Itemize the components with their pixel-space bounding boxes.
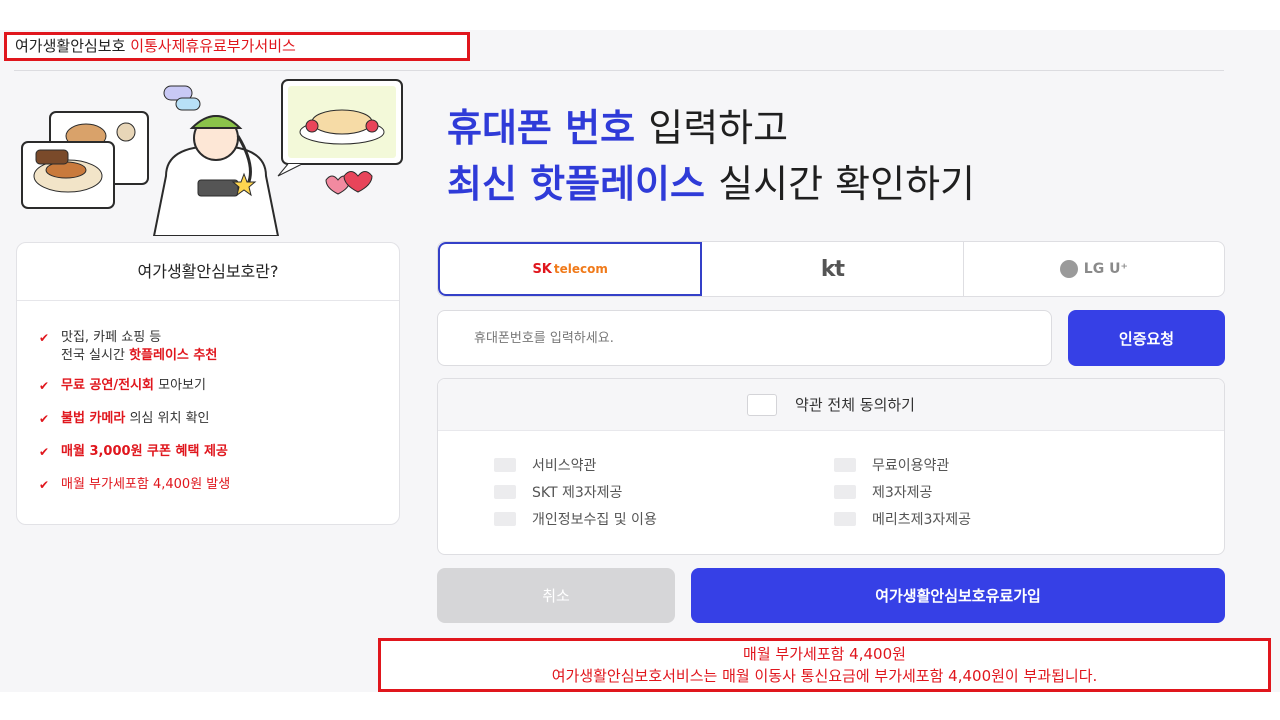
term-checkbox[interactable] [834, 512, 856, 526]
service-name: 여가생활안심보호 [15, 37, 126, 55]
terms-list: 서비스약관 무료이용약관 SKT 제3자제공 제3자제공 개인정보수집 및 이용… [438, 431, 1224, 554]
headline: 휴대폰 번호 입력하고 최신 핫플레이스 실시간 확인하기 [447, 100, 975, 212]
person-with-phone-icon [152, 115, 280, 236]
benefit-highlight: 핫플레이스 추천 [129, 348, 218, 363]
check-icon: ✔ [39, 412, 50, 426]
term-label: 제3자제공 [872, 485, 933, 501]
term-label: 개인정보수집 및 이용 [532, 512, 657, 528]
lgu-logo: LG U⁺ [1059, 260, 1128, 278]
benefit-list: ✔ 맛집, 카페 쇼핑 등 전국 실시간 핫플레이스 추천 ✔ 무료 공연/전시… [17, 301, 399, 494]
terms-agreement-box: 약관 전체 동의하기 서비스약관 무료이용약관 SKT 제3자제공 제3자제공 … [437, 378, 1225, 555]
term-checkbox[interactable] [494, 458, 516, 472]
list-item: ✔ 매월 부가세포함 4,400원 발생 [39, 476, 399, 494]
info-card-title: 여가생활안심보호란? [17, 243, 399, 301]
headline-text-2: 실시간 확인하기 [718, 162, 975, 206]
billing-notice: 매월 부가세포함 4,400원 여가생활안심보호서비스는 매월 이동사 통신요금… [378, 638, 1271, 692]
benefit-highlight: 무료 공연/전시회 [61, 378, 154, 393]
fee-notice: 매월 부가세포함 4,400원 발생 [61, 477, 231, 492]
check-icon: ✔ [39, 445, 50, 459]
term-checkbox[interactable] [834, 458, 856, 472]
verify-request-button[interactable]: 인증요청 [1068, 310, 1225, 366]
list-item: ✔ 무료 공연/전시회 모아보기 [39, 377, 399, 395]
term-item-free-use[interactable]: 무료이용약관 [834, 455, 949, 475]
subscribe-button[interactable]: 여가생활안심보호유료가입 [691, 568, 1225, 623]
agree-all-row[interactable]: 약관 전체 동의하기 [438, 379, 1224, 431]
lgu-logo-text: LG U⁺ [1083, 261, 1128, 277]
billing-notice-line-2: 여가생활안심보호서비스는 매월 이동사 통신요금에 부가세포함 4,400원이 … [551, 667, 1098, 685]
service-label-banner: 여가생활안심보호 이통사제휴유료부가서비스 [4, 32, 470, 61]
term-item-privacy[interactable]: 개인정보수집 및 이용 [494, 509, 657, 529]
billing-notice-line-1: 매월 부가세포함 4,400원 [743, 645, 906, 663]
benefit-text: 맛집, 카페 쇼핑 등 [61, 330, 162, 345]
skt-logo-main: SK [532, 261, 552, 277]
term-checkbox[interactable] [494, 512, 516, 526]
headline-highlight-hotplace: 최신 핫플레이스 [447, 162, 705, 206]
hero-illustration [21, 79, 403, 236]
benefit-plain: 전국 실시간 [61, 348, 125, 363]
term-label: 무료이용약관 [872, 458, 950, 474]
term-checkbox[interactable] [834, 485, 856, 499]
lg-circle-icon [1059, 260, 1078, 278]
food-photo-icon [21, 111, 149, 209]
term-checkbox[interactable] [494, 485, 516, 499]
check-icon: ✔ [39, 379, 50, 393]
headline-highlight-phone: 휴대폰 번호 [447, 106, 636, 150]
chat-bubble-icon [163, 85, 201, 111]
kt-logo: kt [820, 256, 845, 282]
service-type: 이통사제휴유료부가서비스 [130, 37, 296, 55]
phone-number-input[interactable] [437, 310, 1052, 366]
skt-logo-sub: telecom [553, 261, 608, 276]
divider [14, 70, 1224, 71]
check-icon: ✔ [39, 478, 50, 492]
cancel-button[interactable]: 취소 [437, 568, 675, 623]
service-info-card: 여가생활안심보호란? ✔ 맛집, 카페 쇼핑 등 전국 실시간 핫플레이스 추천… [16, 242, 400, 525]
benefit-plain: 의심 위치 확인 [129, 411, 210, 426]
term-label: 서비스약관 [532, 458, 597, 474]
term-label: SKT 제3자제공 [532, 485, 623, 501]
term-item-third-party[interactable]: 제3자제공 [834, 482, 932, 502]
term-item-merits-third-party[interactable]: 메리츠제3자제공 [834, 509, 971, 529]
headline-text-1: 입력하고 [648, 106, 789, 150]
agree-all-label: 약관 전체 동의하기 [795, 396, 915, 414]
dessert-photo-icon [277, 79, 403, 177]
carrier-selector: SK telecom kt LG U⁺ [437, 241, 1225, 297]
headline-line-1: 휴대폰 번호 입력하고 [447, 100, 975, 156]
agree-all-checkbox[interactable] [747, 393, 778, 416]
list-item: ✔ 불법 카메라 의심 위치 확인 [39, 410, 399, 428]
carrier-tab-kt[interactable]: kt [702, 242, 964, 296]
carrier-tab-skt[interactable]: SK telecom [438, 242, 703, 296]
check-icon: ✔ [39, 331, 50, 345]
list-item: ✔ 매월 3,000원 쿠폰 혜택 제공 [39, 443, 399, 461]
term-item-service[interactable]: 서비스약관 [494, 455, 596, 475]
headline-line-2: 최신 핫플레이스 실시간 확인하기 [447, 156, 975, 212]
benefit-plain: 모아보기 [158, 378, 206, 393]
carrier-tab-lgu[interactable]: LG U⁺ [964, 242, 1224, 296]
term-label: 메리츠제3자제공 [872, 512, 972, 528]
benefit-highlight: 불법 카메라 [61, 411, 126, 426]
heart-icon [325, 171, 373, 195]
skt-logo: SK telecom [532, 262, 607, 277]
benefit-highlight: 매월 3,000원 쿠폰 혜택 제공 [61, 444, 228, 459]
benefit-text: 전국 실시간 핫플레이스 추천 [61, 347, 399, 365]
term-item-skt-third-party[interactable]: SKT 제3자제공 [494, 482, 622, 502]
list-item: ✔ 맛집, 카페 쇼핑 등 전국 실시간 핫플레이스 추천 [39, 329, 399, 365]
